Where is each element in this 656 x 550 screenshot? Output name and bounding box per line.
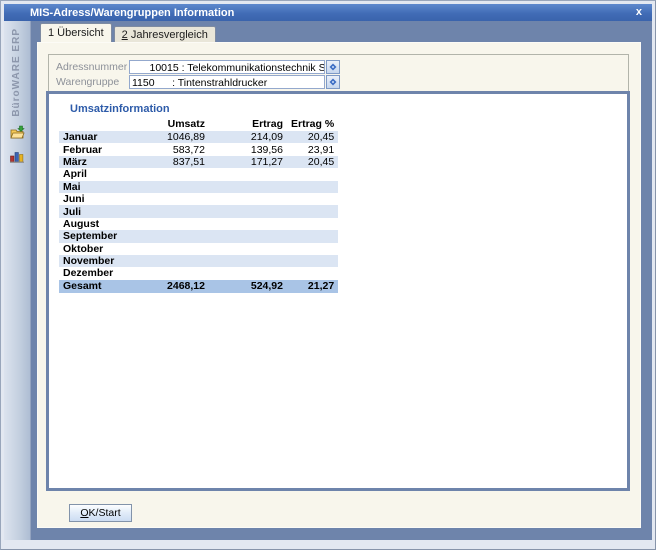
table-row[interactable]: Juni: [59, 193, 338, 205]
main-area: 1 Übersicht 2 Jahresvergleich Adressnumm…: [31, 21, 652, 540]
tab-page: Adressnummer 10015 : Telekommunikationst…: [37, 42, 641, 528]
warengruppe-row: Warengruppe 1150 : Tintenstrahldrucker: [54, 75, 340, 89]
ok-start-label: K/Start: [89, 507, 121, 519]
sidebar: BüroWARE ERP: [4, 21, 31, 540]
lookup-diamond-icon: [329, 78, 337, 86]
brand-vertical-text: BüroWARE ERP: [11, 28, 22, 117]
tab-uebersicht[interactable]: 1 Übersicht: [40, 23, 112, 42]
table-row[interactable]: Dezember: [59, 267, 338, 279]
window-body: BüroWARE ERP: [4, 21, 652, 540]
warengruppe-label: Warengruppe: [54, 76, 129, 88]
table-row[interactable]: Mai: [59, 181, 338, 193]
table-row[interactable]: April: [59, 168, 338, 180]
adressnummer-field[interactable]: 10015 : Telekommunikationstechnik Seip /…: [129, 60, 325, 74]
adressnummer-row: Adressnummer 10015 : Telekommunikationst…: [54, 60, 340, 74]
umsatz-panel: Umsatzinformation Umsatz Ertrag Ertrag %: [46, 91, 630, 491]
lookup-diamond-icon: [329, 63, 337, 71]
tab-jahresvergleich-label: Jahresvergleich: [128, 29, 208, 41]
warengruppe-lookup-button[interactable]: [326, 75, 340, 89]
ertrag-pct-column-header: Ertrag %: [287, 117, 338, 131]
umsatz-table: Umsatz Ertrag Ertrag % Januar 1046,89 21…: [59, 117, 338, 293]
table-row[interactable]: November: [59, 255, 338, 267]
table-row[interactable]: Oktober: [59, 243, 338, 255]
table-row[interactable]: August: [59, 218, 338, 230]
filter-groupbox: Adressnummer 10015 : Telekommunikationst…: [48, 54, 629, 95]
table-row[interactable]: Juli: [59, 205, 338, 217]
app-window: MIS-Adress/Warengruppen Information x Bü…: [0, 0, 656, 550]
adressnummer-label: Adressnummer: [54, 61, 129, 73]
ertrag-column-header: Ertrag: [209, 117, 287, 131]
tab-uebersicht-label: 1 Übersicht: [48, 27, 104, 39]
title-bar: MIS-Adress/Warengruppen Information x: [4, 4, 652, 21]
table-row[interactable]: September: [59, 230, 338, 242]
window-title: MIS-Adress/Warengruppen Information: [30, 7, 234, 19]
table-row[interactable]: März 837,51 171,27 20,45: [59, 156, 338, 168]
warengruppe-field[interactable]: 1150 : Tintenstrahldrucker: [129, 75, 325, 89]
open-folder-icon[interactable]: [8, 124, 25, 141]
tab-bar: 1 Übersicht 2 Jahresvergleich: [40, 23, 216, 42]
umsatz-column-header: Umsatz: [154, 117, 209, 131]
panel-title: Umsatzinformation: [70, 103, 170, 115]
table-row[interactable]: Januar 1046,89 214,09 20,45: [59, 131, 338, 143]
statistics-icon[interactable]: [8, 147, 25, 164]
adressnummer-lookup-button[interactable]: [326, 60, 340, 74]
ok-start-button[interactable]: OK/Start: [69, 504, 132, 522]
month-column-header: [59, 117, 154, 131]
sidebar-icons: [8, 124, 26, 164]
tab-jahresvergleich[interactable]: 2 Jahresvergleich: [114, 26, 216, 42]
table-row[interactable]: Februar 583,72 139,56 23,91: [59, 143, 338, 155]
ok-start-accel: O: [80, 507, 88, 519]
table-total-row[interactable]: Gesamt 2468,12 524,92 21,27: [59, 280, 338, 294]
screen: MIS-Adress/Warengruppen Information x Bü…: [0, 0, 656, 550]
table-header-row: Umsatz Ertrag Ertrag %: [59, 117, 338, 131]
close-icon[interactable]: x: [634, 5, 644, 20]
